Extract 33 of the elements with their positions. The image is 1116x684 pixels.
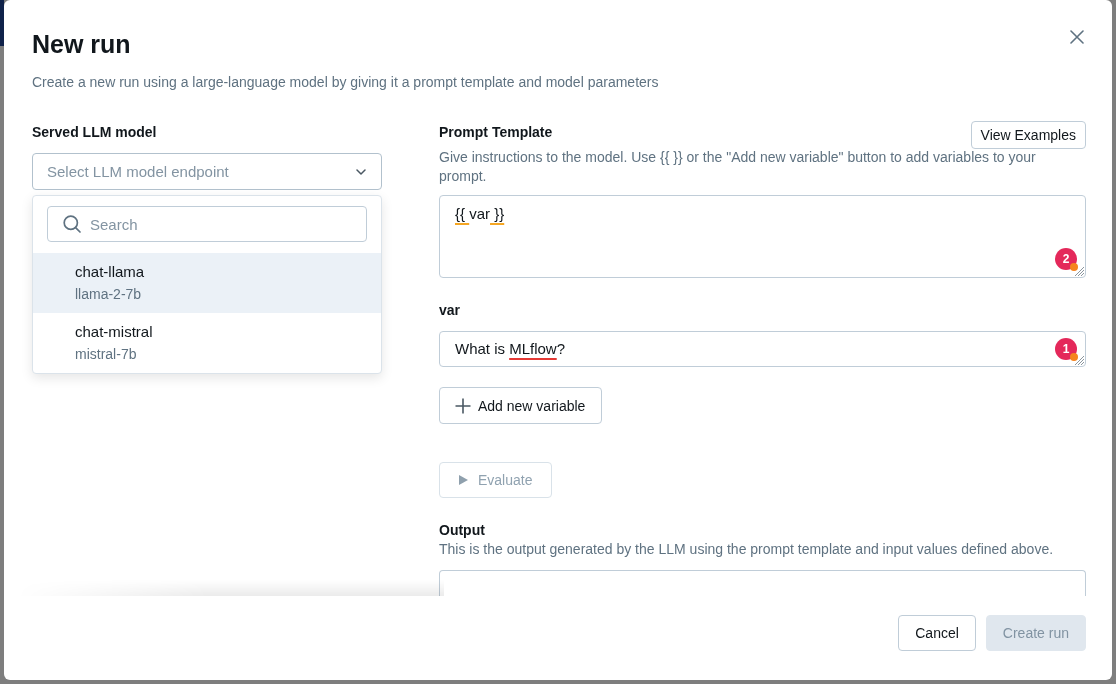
search-icon <box>63 215 81 233</box>
plus-icon <box>455 397 471 414</box>
option-name: chat-llama <box>75 262 145 282</box>
play-icon <box>459 475 468 485</box>
search-field[interactable]: Search <box>47 206 367 242</box>
field-label: Prompt Template <box>439 123 553 142</box>
issue-count-badge[interactable]: 2 <box>1055 248 1077 270</box>
chevron-down-icon <box>356 168 366 175</box>
add-variable-button[interactable]: Add new variable <box>439 387 603 424</box>
field-label: Output <box>439 521 486 540</box>
dropdown-option[interactable]: chat-mistral mistral-7b <box>33 313 381 373</box>
dialog-title: New run <box>32 30 131 58</box>
prompt-template-field[interactable]: {{ var }} 2 <box>439 195 1086 278</box>
help-text: This is the output generated by the LLM using the prompt template and input values defined above. <box>439 540 1055 559</box>
option-description: mistral-7b <box>75 345 137 364</box>
dropdown-option[interactable]: chat-llama llama-2-7b <box>33 253 381 313</box>
variable-input[interactable]: What is MLflow? 1 <box>439 331 1086 367</box>
field-label: Served LLM model <box>32 123 158 142</box>
resize-handle-icon[interactable] <box>1075 267 1084 276</box>
help-text: Give instructions to the model. Use {{ }} or the "Add new variable" button to add variables to your prompt. <box>439 148 1037 186</box>
close-icon <box>1070 30 1084 44</box>
issue-count-badge[interactable]: 1 <box>1055 338 1077 360</box>
output-field[interactable] <box>439 570 1086 596</box>
close-button[interactable] <box>1069 29 1085 45</box>
resize-handle-icon[interactable] <box>1075 356 1084 365</box>
option-name: chat-mistral <box>75 322 153 342</box>
option-description: llama-2-7b <box>75 285 142 304</box>
dialog-description: Create a new run using a large-language model by giving it a prompt template and model parameters <box>32 73 660 92</box>
cancel-button[interactable]: Cancel <box>898 615 976 651</box>
field-label: var <box>439 301 462 320</box>
status-dot-icon <box>1070 263 1078 271</box>
status-dot-icon <box>1070 353 1078 361</box>
view-examples-button[interactable]: View Examples <box>970 121 1086 149</box>
